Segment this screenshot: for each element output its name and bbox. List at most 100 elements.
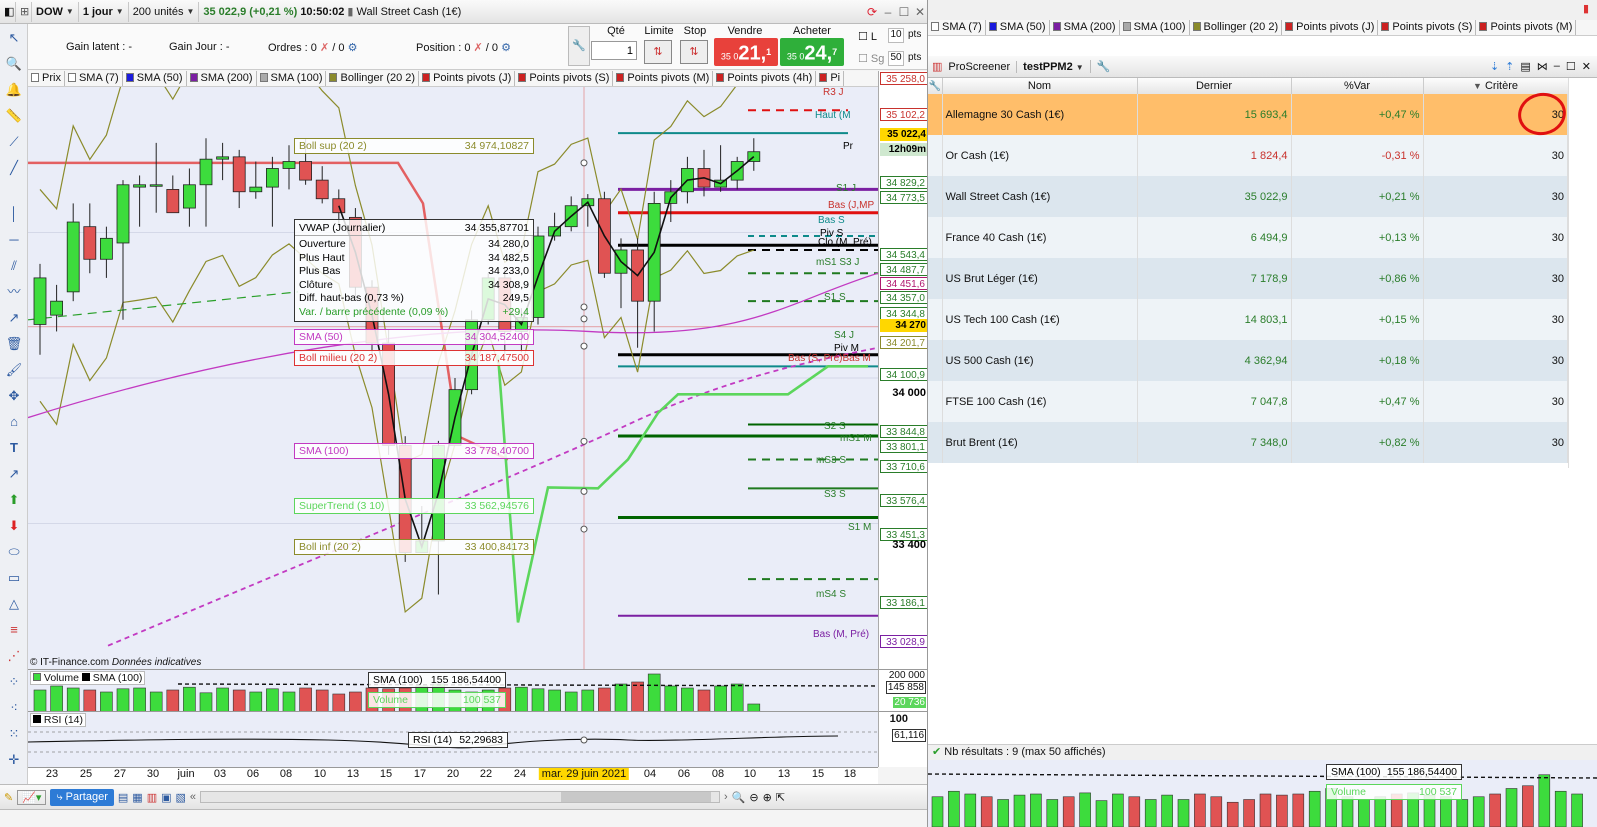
screener-row[interactable]: Or Cash (1€) 1 824,4 -0,31 % 30 — [928, 135, 1568, 176]
indicator-chip[interactable]: Points pivots (J) — [419, 71, 516, 86]
grid-points-icon[interactable]: ⁙ — [4, 724, 24, 744]
indicator-chip[interactable]: Points pivots (S) — [515, 71, 614, 86]
screener-row[interactable]: US 500 Cash (1€) 4 362,94 +0,18 % 30 — [928, 340, 1568, 381]
sort-up-icon[interactable]: ⇡ — [1505, 60, 1514, 73]
right-indicator-chip[interactable]: Points pivots (M) — [1476, 20, 1577, 35]
refresh-icon[interactable]: ⟳ — [864, 5, 880, 19]
limit-order-button[interactable]: ⇅ — [644, 40, 672, 64]
screener-row[interactable]: Allemagne 30 Cash (1€) 15 693,4 +0,47 % 30 — [928, 94, 1568, 135]
rectangle-icon[interactable]: ▭ — [4, 568, 24, 588]
header-wrench-icon[interactable]: 🔧 — [928, 78, 943, 94]
l-checkbox[interactable]: ☐ L — [858, 30, 877, 43]
calendar-icon[interactable]: ▤ — [118, 791, 128, 804]
scroll-left-icon[interactable]: « — [190, 791, 196, 803]
right-indicator-chip[interactable]: SMA (200) — [1050, 20, 1120, 35]
list-icon[interactable]: ▥ — [147, 791, 157, 804]
move-icon[interactable]: ✥ — [4, 386, 24, 406]
close-icon[interactable]: ✕ — [912, 5, 927, 19]
fibonacci-icon[interactable]: ≡ — [4, 620, 24, 640]
horizontal-line-icon[interactable]: ─ — [4, 230, 24, 250]
trend-icon[interactable]: 〰 — [4, 282, 24, 302]
cursor-icon[interactable]: ↖ — [4, 28, 24, 48]
reset-icon[interactable]: ⇱ — [776, 791, 785, 804]
zoom-out-icon[interactable]: ⊖ — [749, 791, 758, 804]
pattern-icon[interactable]: ⁘ — [4, 672, 24, 692]
line-icon[interactable]: ╱ — [4, 158, 24, 178]
screener-row[interactable]: Brut Brent (1€) 7 348,0 +0,82 % 30 — [928, 422, 1568, 463]
alert-bell-icon[interactable]: 🔔 — [4, 80, 24, 100]
price-axis[interactable]: 35 258,0 35 102,2 35 022,4 12h09m 34 829,2 34… — [878, 71, 927, 669]
arrow-tool-icon[interactable]: ↗ — [4, 308, 24, 328]
fib-fan-icon[interactable]: ⋰ — [4, 646, 24, 666]
scroll-right-icon[interactable]: › — [724, 791, 728, 803]
maximize-icon[interactable]: ☐ — [896, 5, 912, 19]
indicator-chip[interactable]: Points pivots (4h) — [713, 71, 817, 86]
share-button[interactable]: ⤷ Partager — [50, 788, 114, 806]
right-indicator-chip[interactable]: SMA (7) — [928, 20, 986, 35]
ruler-icon[interactable]: 📏 — [4, 106, 24, 126]
close-icon[interactable]: ✕ — [1582, 60, 1591, 73]
right-indicator-chip[interactable]: SMA (100) — [1120, 20, 1190, 35]
units-selector[interactable]: 200 unités ▼ — [129, 1, 200, 22]
plus-icon[interactable]: ⊞ — [16, 1, 32, 22]
indicator-chip[interactable]: Pi — [816, 71, 845, 86]
maximize-icon[interactable]: ☐ — [1566, 60, 1576, 73]
share-icon[interactable]: ⋈ — [1537, 60, 1548, 73]
scrollbar-thumb[interactable] — [561, 792, 712, 802]
tool-settings-button[interactable]: 🔧 — [568, 26, 590, 66]
up-arrow-icon[interactable]: ⬆ — [4, 490, 24, 510]
text-icon[interactable]: T — [4, 438, 24, 458]
right-indicator-chip[interactable]: Bollinger (20 2) — [1190, 20, 1283, 35]
col-nom[interactable]: Nom — [942, 78, 1138, 94]
indicator-chip[interactable]: SMA (7) — [65, 71, 123, 86]
pen-arrow-icon[interactable]: ↗ — [4, 464, 24, 484]
segment-icon[interactable]: ⟋ — [4, 132, 24, 152]
crosshair-icon[interactable]: ✛ — [4, 750, 24, 770]
right-indicator-chip[interactable]: Points pivots (J) — [1282, 20, 1379, 35]
layout-icon[interactable]: ▧ — [176, 791, 186, 804]
period-selector[interactable]: 1 jour ▼ — [79, 1, 129, 22]
screener-row[interactable]: Wall Street Cash (1€) 35 022,9 +0,21 % 30 — [928, 176, 1568, 217]
screener-selector[interactable]: testPPM2 ▼ — [1016, 60, 1084, 73]
screener-row[interactable]: FTSE 100 Cash (1€) 7 047,8 +0,47 % 30 — [928, 381, 1568, 422]
wrench-icon[interactable]: 🔧 — [1089, 60, 1110, 73]
points-icon[interactable]: ⁖ — [4, 698, 24, 718]
indicator-chip[interactable]: Prix — [28, 71, 65, 86]
brush-icon[interactable]: 🖌 — [4, 360, 24, 380]
screener-row[interactable]: US Tech 100 Cash (1€) 14 803,1 +0,15 % 30 — [928, 299, 1568, 340]
symbol-selector[interactable]: DOW ▼ — [32, 1, 79, 22]
volume-panel[interactable]: Volume SMA (100) SMA (100) 155 186,54400 … — [28, 669, 878, 711]
horizontal-scrollbar[interactable] — [200, 791, 721, 803]
buy-button[interactable]: 35 024,7 — [780, 38, 844, 66]
indicator-chip[interactable]: SMA (100) — [257, 71, 327, 86]
magnet-icon[interactable]: ⌂ — [4, 412, 24, 432]
right-indicator-chip[interactable]: SMA (50) — [986, 20, 1050, 35]
order-settings-icon[interactable]: ⚙ — [348, 42, 358, 54]
sell-button[interactable]: 35 021,1 — [714, 38, 778, 66]
indicator-chip[interactable]: Points pivots (M) — [613, 71, 714, 86]
col-dernier[interactable]: Dernier — [1137, 78, 1292, 94]
down-arrow-icon[interactable]: ⬇ — [4, 516, 24, 536]
zoom-icon[interactable]: 🔍 — [4, 54, 24, 74]
sort-down-icon[interactable]: ⇣ — [1490, 60, 1499, 73]
ellipse-icon[interactable]: ⬭ — [4, 542, 24, 562]
chart-type-icon[interactable]: 📈▾ — [17, 789, 47, 805]
indicator-chip[interactable]: SMA (200) — [187, 71, 257, 86]
sound-icon[interactable]: ▦ — [132, 791, 142, 804]
screener-row[interactable]: US Brut Léger (1€) 7 178,9 +0,86 % 30 — [928, 258, 1568, 299]
triangle-icon[interactable]: △ — [4, 594, 24, 614]
qty-input[interactable] — [591, 41, 637, 60]
col-var[interactable]: %Var — [1291, 78, 1424, 94]
window-icon[interactable]: ▣ — [161, 791, 171, 804]
vertical-line-icon[interactable]: │ — [4, 204, 24, 224]
minimize-icon[interactable]: – — [880, 5, 896, 19]
sg-checkbox[interactable]: ☐ Sg — [858, 52, 884, 65]
time-axis[interactable]: 23 25 27 30 juin 03 06 08 10 13 15 17 20 22 24 mar. 29 … — [28, 767, 878, 784]
stop-order-button[interactable]: ⇅ — [680, 40, 708, 64]
zoom-in-icon[interactable]: ⊕ — [763, 791, 772, 804]
minimize-icon[interactable]: – — [1554, 60, 1560, 73]
pts-b-input[interactable]: 50 — [888, 51, 904, 66]
channel-icon[interactable]: ⫽ — [4, 256, 24, 276]
col-critere[interactable]: ▼ Critère — [1423, 78, 1568, 94]
indicator-chip[interactable]: SMA (50) — [123, 71, 187, 86]
